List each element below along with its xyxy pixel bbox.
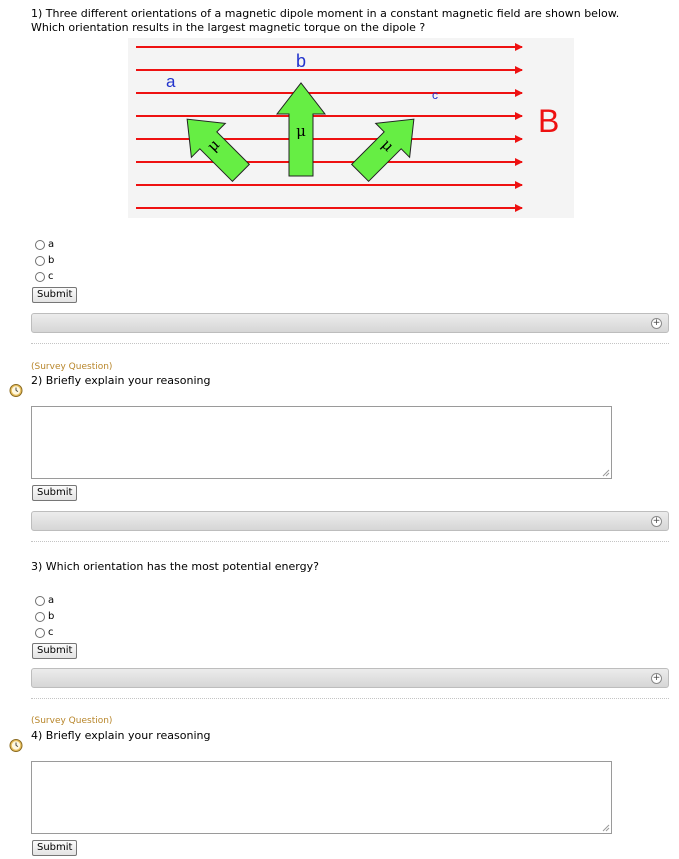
radio-button[interactable]: [35, 271, 45, 282]
divider: [31, 343, 669, 344]
q3-text: 3) Which orientation has the most potent…: [31, 560, 319, 573]
expand-plus-icon[interactable]: +: [651, 318, 662, 329]
q3-option-b[interactable]: b: [35, 609, 54, 624]
radio-button[interactable]: [35, 255, 45, 266]
q4-survey-label: (Survey Question): [31, 716, 113, 726]
q3-submit-button[interactable]: Submit: [32, 643, 78, 659]
q2-answer-textarea[interactable]: [31, 406, 612, 479]
q3-feedback-bar[interactable]: +: [31, 668, 669, 688]
option-label: b: [48, 255, 55, 266]
q1-option-a[interactable]: a: [35, 237, 54, 252]
radio-button[interactable]: [35, 595, 45, 606]
option-label: c: [48, 271, 54, 282]
option-label: b: [48, 611, 55, 622]
radio-button[interactable]: [35, 611, 45, 622]
option-label: a: [48, 239, 55, 250]
q4-text: 4) Briefly explain your reasoning: [31, 729, 211, 742]
q4-submit-button[interactable]: Submit: [32, 840, 78, 856]
q2-feedback-bar[interactable]: +: [31, 511, 669, 531]
label-b: b: [296, 51, 306, 71]
clock-icon: [9, 384, 23, 397]
q1-option-b[interactable]: b: [35, 253, 54, 268]
resize-grip-icon[interactable]: [602, 824, 610, 832]
q1-feedback-bar[interactable]: +: [31, 313, 669, 333]
radio-button[interactable]: [35, 627, 45, 638]
q3-option-a[interactable]: a: [35, 593, 54, 608]
option-label: c: [48, 627, 54, 638]
resize-grip-icon[interactable]: [602, 469, 610, 477]
option-label: a: [48, 595, 55, 606]
field-label-b: B: [538, 103, 559, 139]
q2-survey-label: (Survey Question): [31, 362, 113, 372]
expand-plus-icon[interactable]: +: [651, 673, 662, 684]
clock-icon: [9, 739, 23, 752]
label-c: c: [432, 88, 438, 102]
q1-option-c[interactable]: c: [35, 269, 54, 284]
radio-button[interactable]: [35, 239, 45, 250]
mu-label-b: μ: [296, 122, 306, 140]
label-a: a: [166, 72, 176, 91]
divider: [31, 698, 669, 699]
divider: [31, 541, 669, 542]
q1-text: 1) Three different orientations of a mag…: [31, 7, 620, 34]
q2-text: 2) Briefly explain your reasoning: [31, 374, 211, 387]
q3-option-c[interactable]: c: [35, 625, 54, 640]
q1-submit-button[interactable]: Submit: [32, 287, 78, 303]
q4-answer-textarea[interactable]: [31, 761, 612, 834]
magnetic-dipole-figure: μ μ μ a b c B: [128, 38, 574, 218]
expand-plus-icon[interactable]: +: [651, 516, 662, 527]
q2-submit-button[interactable]: Submit: [32, 485, 78, 501]
